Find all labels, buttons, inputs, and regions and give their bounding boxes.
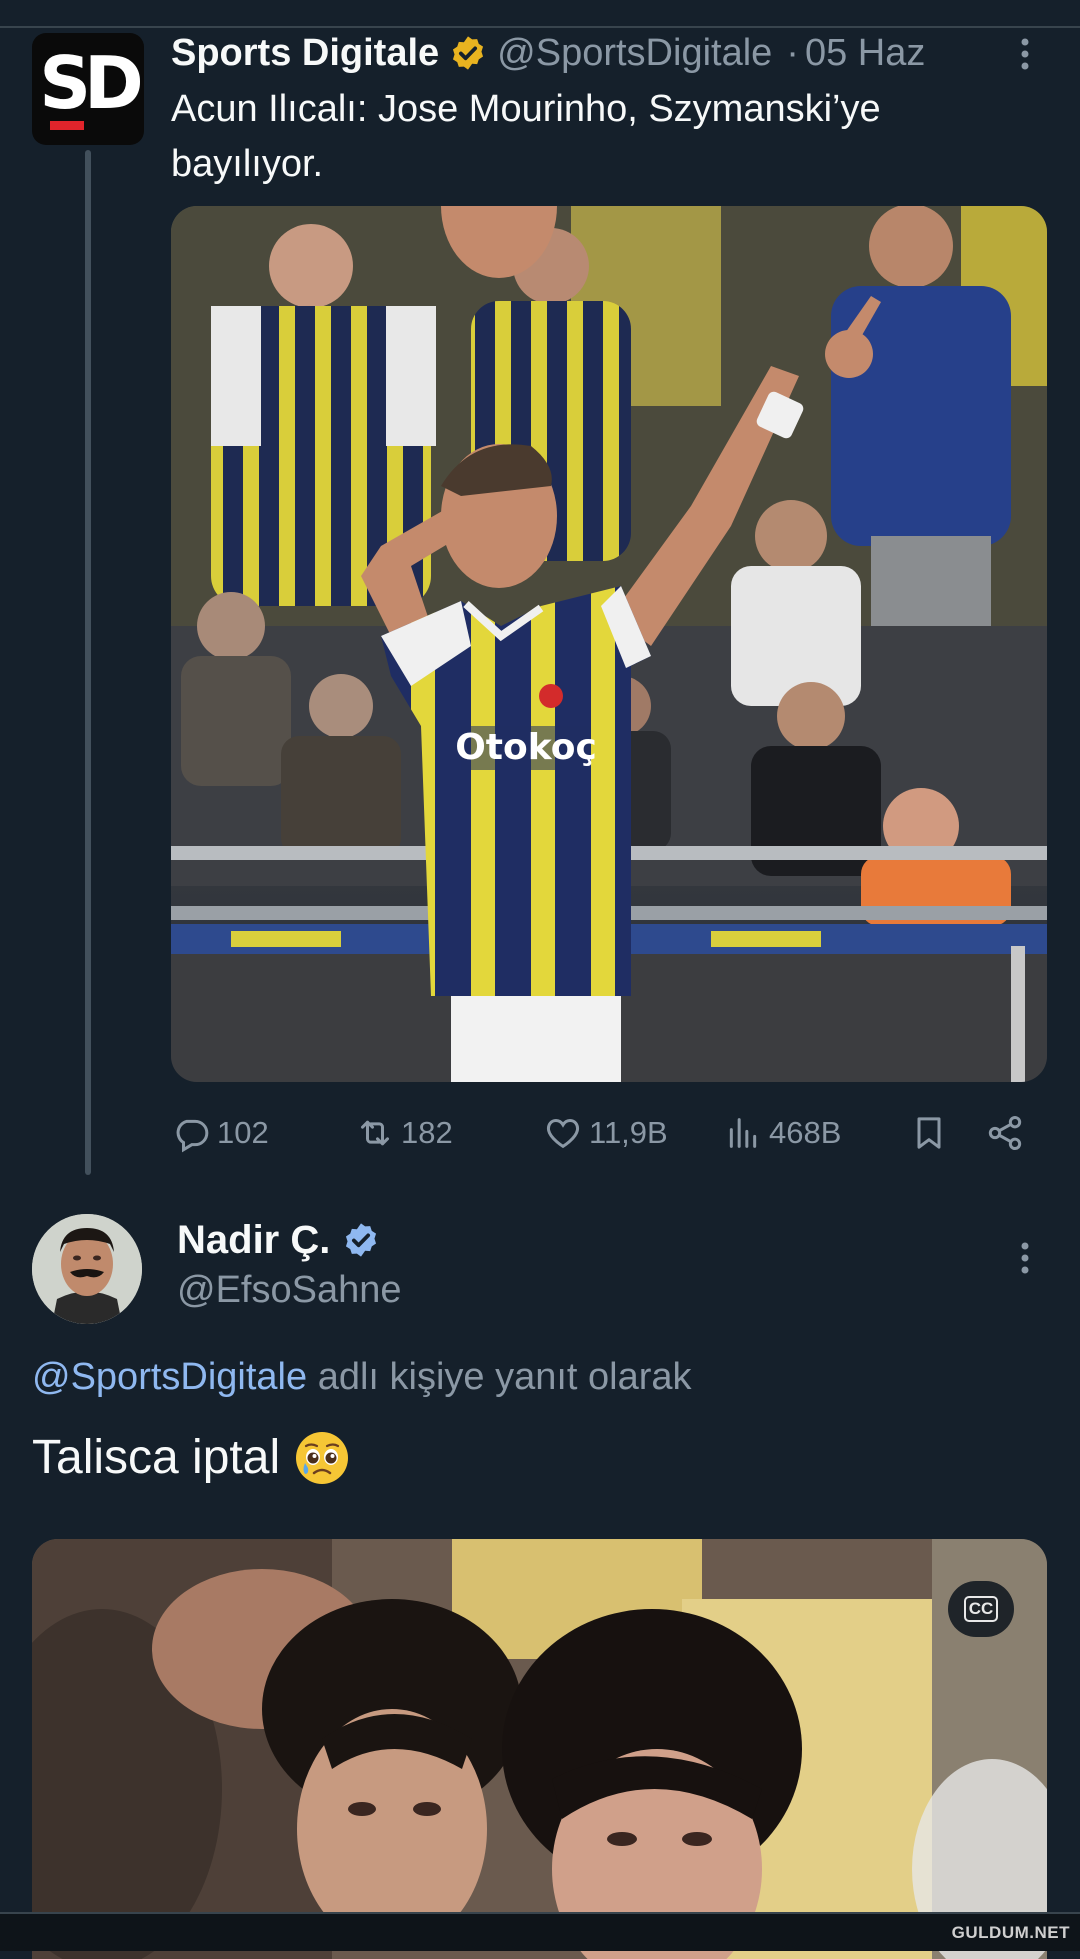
- share-action[interactable]: [985, 1108, 1025, 1158]
- tweet-photo[interactable]: Otokoç: [171, 206, 1047, 1082]
- author-handle[interactable]: @SportsDigitale: [497, 32, 772, 75]
- like-count: 11,9B: [589, 1115, 668, 1150]
- views-count: 468B: [769, 1115, 842, 1150]
- tweet-text-2-content: Talisca iptal: [32, 1431, 281, 1484]
- bottom-strip: [0, 1912, 1080, 1951]
- reply-action[interactable]: 102: [171, 1108, 269, 1158]
- tweet-actions-bar: 102 182 11,9B 468B: [171, 1108, 1061, 1158]
- author-handle-2[interactable]: @EfsoSahne: [177, 1265, 402, 1315]
- player-photo-illustration: Otokoç: [171, 206, 1047, 1082]
- captions-button[interactable]: CC: [948, 1581, 1014, 1637]
- tweet-header: Sports Digitale @SportsDigitale · 05 Haz: [171, 28, 925, 78]
- like-action[interactable]: 11,9B: [543, 1108, 668, 1158]
- reply-context-suffix: adlı kişiye yanıt olarak: [317, 1356, 692, 1398]
- verified-blue-badge-icon[interactable]: [342, 1221, 380, 1259]
- reply-icon: [176, 1119, 209, 1153]
- bookmark-icon: [917, 1117, 941, 1149]
- avatar-portrait: [32, 1214, 142, 1324]
- more-options-icon-2[interactable]: [1010, 1240, 1040, 1276]
- author-name-text: Nadir Ç.: [177, 1217, 331, 1262]
- thread-connector-line: [85, 150, 91, 1175]
- separator-dot: ·: [786, 31, 799, 74]
- logo-text: SD: [39, 41, 144, 125]
- retweet-icon: [361, 1120, 389, 1146]
- reply-context: @SportsDigitale adlı kişiye yanıt olarak: [32, 1352, 692, 1402]
- video-still-illustration: [32, 1539, 1047, 1959]
- tweet-video[interactable]: [32, 1539, 1047, 1959]
- tweet-text: Acun Ilıcalı: Jose Mourinho, Szymanski’y…: [171, 88, 881, 185]
- retweet-action[interactable]: 182: [355, 1108, 453, 1158]
- more-options-icon[interactable]: [1010, 36, 1040, 72]
- cc-icon: CC: [963, 1596, 999, 1622]
- retweet-count: 182: [401, 1115, 453, 1150]
- sports-digitale-avatar[interactable]: SD: [32, 33, 144, 145]
- heart-icon: [546, 1118, 580, 1149]
- views-bar-chart-icon: [729, 1118, 757, 1148]
- bookmark-action[interactable]: [909, 1108, 949, 1158]
- reply-mention-link[interactable]: @SportsDigitale: [32, 1356, 307, 1398]
- watermark: GULDUM.NET: [951, 1923, 1070, 1942]
- jersey-sponsor-text: Otokoç: [455, 727, 597, 768]
- author-name-2[interactable]: Nadir Ç.: [177, 1212, 380, 1268]
- author-name[interactable]: Sports Digitale: [171, 32, 439, 75]
- efsosahne-avatar[interactable]: [32, 1214, 142, 1324]
- reply-count: 102: [217, 1115, 269, 1150]
- pleading-face-with-tear-icon: [296, 1432, 349, 1484]
- tweet-date[interactable]: 05 Haz: [805, 32, 925, 75]
- logo-red-bar: [50, 121, 84, 130]
- share-icon: [988, 1116, 1022, 1150]
- views-action[interactable]: 468B: [723, 1108, 841, 1158]
- tweet-text-2: Talisca iptal: [32, 1428, 350, 1488]
- verified-gold-badge-icon[interactable]: [449, 34, 487, 72]
